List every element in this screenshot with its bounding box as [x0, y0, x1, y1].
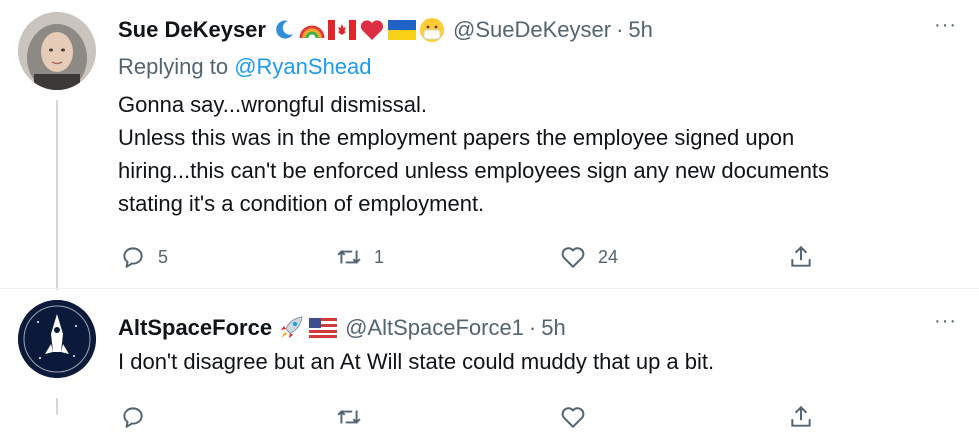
like-button[interactable]: [560, 401, 586, 433]
handle[interactable]: @AltSpaceForce1: [345, 315, 524, 341]
retweet-button[interactable]: 1: [336, 241, 384, 273]
tweet-text-line: Gonna say...wrongful dismissal.: [118, 92, 427, 117]
tweet-text-line: stating it's a condition of employment.: [118, 191, 485, 216]
timestamp[interactable]: 5h: [628, 17, 652, 43]
like-button[interactable]: 24: [560, 241, 618, 273]
handle[interactable]: @SueDeKeyser: [453, 17, 611, 43]
share-icon: [791, 405, 811, 427]
tweet-text-line: Unless this was in the employment papers…: [118, 125, 795, 150]
retweet-icon: [337, 410, 361, 424]
reply-count: 5: [158, 246, 169, 267]
tweet-actions: [110, 401, 830, 433]
replying-to-mention[interactable]: @RyanShead: [234, 54, 371, 79]
tweet-sue-dekeyser[interactable]: Sue DeKeyser @SueDeKeyser · 5h ··· Reply…: [0, 0, 979, 290]
name-emoji: [272, 17, 445, 43]
more-options-icon[interactable]: ···: [934, 14, 957, 37]
avatar-altspaceforce[interactable]: [18, 300, 96, 378]
reply-icon: [123, 407, 143, 428]
name-emoji: [278, 315, 338, 341]
share-button[interactable]: [788, 401, 814, 433]
display-name[interactable]: Sue DeKeyser: [118, 17, 266, 43]
canada-flag-icon: [327, 20, 356, 40]
reply-icon: [123, 247, 143, 268]
reply-button[interactable]: 5: [120, 241, 168, 273]
mask-face-icon: [419, 18, 444, 42]
more-options-icon[interactable]: ···: [934, 310, 957, 333]
replying-to-label: Replying to: [118, 54, 229, 79]
tweet-text-line: I don't disagree but an At Will state co…: [118, 349, 715, 374]
separator-dot: ·: [616, 17, 624, 42]
reply-button[interactable]: [120, 401, 146, 433]
tweet-header: AltSpaceForce @AltSpaceForce1 · 5h: [118, 312, 566, 344]
share-button[interactable]: [788, 241, 814, 273]
thread-line: [56, 100, 58, 290]
like-icon: [561, 247, 585, 268]
display-name[interactable]: AltSpaceForce: [118, 315, 272, 341]
tweet-actions: 5 1 24: [110, 241, 830, 273]
tweet-divider: [0, 288, 979, 289]
us-flag-icon: [309, 318, 338, 338]
retweet-count: 1: [374, 246, 385, 267]
tweet-header: Sue DeKeyser @SueDeKeyser · 5h: [118, 14, 653, 46]
retweet-icon: [337, 250, 361, 264]
thread-line: [56, 398, 58, 415]
ukraine-flag-icon: [387, 20, 416, 40]
share-icon: [791, 245, 811, 267]
retweet-button[interactable]: [336, 401, 362, 433]
timestamp[interactable]: 5h: [541, 315, 565, 341]
tweet-text: I don't disagree but an At Will state co…: [118, 345, 714, 378]
tweet-text-line: hiring...this can't be enforced unless e…: [118, 158, 830, 183]
like-count: 24: [598, 246, 619, 267]
replying-to: Replying to @RyanShead: [118, 54, 372, 80]
rainbow-icon: [299, 25, 325, 39]
tweet-altspaceforce[interactable]: AltSpaceForce @AltSpaceForce1 · 5h ··· I…: [0, 290, 979, 428]
heart-icon: [360, 20, 384, 40]
rocket-icon: [281, 316, 303, 338]
separator-dot: ·: [528, 315, 537, 340]
moon-icon: [276, 20, 293, 39]
avatar-sue-dekeyser[interactable]: [18, 12, 96, 90]
like-icon: [561, 407, 585, 428]
tweet-text: Gonna say...wrongful dismissal. Unless t…: [118, 88, 829, 220]
